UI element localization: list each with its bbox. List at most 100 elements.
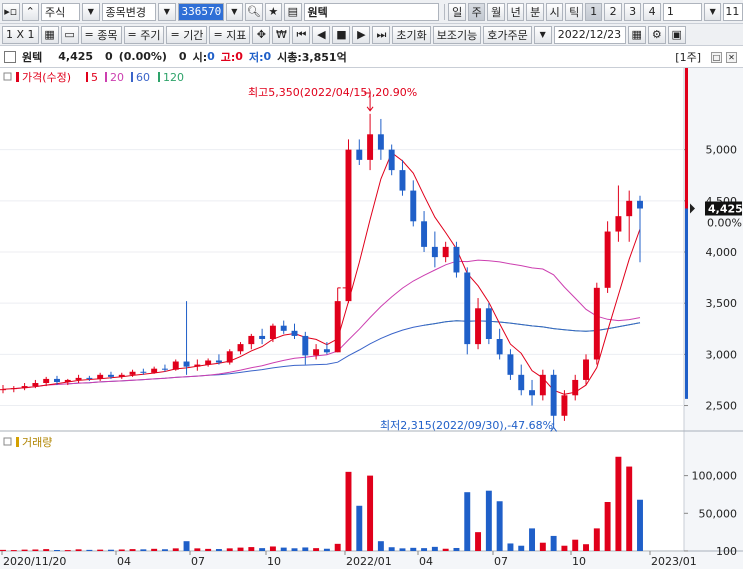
legend-price-swatch: [16, 72, 19, 82]
candle-body: [259, 335, 266, 339]
change-stock-field[interactable]: 종목변경: [101, 2, 157, 21]
price-tick-label: 3,500: [706, 297, 738, 310]
print-button[interactable]: ▣: [667, 25, 686, 44]
volume-bar: [377, 541, 384, 551]
volume-bar: [259, 548, 266, 551]
volume-bar: [118, 549, 125, 551]
stock-compare-button[interactable]: = 종목: [80, 25, 122, 44]
volume-bar: [399, 548, 406, 551]
volume-bar: [615, 456, 622, 551]
candle-body: [172, 361, 179, 370]
price-range-bar-up: [685, 68, 688, 209]
number-button-1[interactable]: 1: [584, 2, 603, 21]
aux-function-button[interactable]: 보조기능: [432, 25, 482, 44]
tab-period-month[interactable]: 월: [487, 2, 505, 21]
volume-bar: [161, 549, 168, 551]
market-up-button[interactable]: ⌃: [21, 2, 39, 21]
legend-checkbox[interactable]: [3, 72, 12, 81]
settings-button[interactable]: ⚙: [647, 25, 666, 44]
skip-back-icon: ⏮: [296, 27, 307, 41]
volume-bar: [10, 550, 17, 552]
market-select[interactable]: 주식: [41, 2, 81, 21]
news-button[interactable]: ▤: [284, 2, 302, 21]
number-button-4[interactable]: 4: [643, 2, 661, 21]
tab-period-minute[interactable]: 분: [526, 2, 544, 21]
calendar-button[interactable]: ▦: [627, 25, 646, 44]
date-tick-label: 04: [419, 555, 433, 568]
date-tick-label: 07: [494, 555, 508, 568]
term-button[interactable]: = 기간: [166, 25, 208, 44]
grid-icon-button[interactable]: ▦: [40, 25, 59, 44]
interval-select[interactable]: 1: [662, 2, 702, 21]
candle-body: [226, 351, 233, 363]
stop-button[interactable]: ■: [332, 25, 351, 44]
favorite-button[interactable]: ★: [264, 2, 283, 21]
candle-body: [388, 149, 395, 171]
tab-period-week[interactable]: 주: [467, 2, 486, 21]
number-button-3[interactable]: 3: [623, 2, 642, 21]
window-close-button[interactable]: ✕: [726, 52, 737, 63]
date-tick-label: 2023/01: [651, 555, 697, 568]
candle-body: [183, 361, 190, 367]
volume-bar: [626, 466, 633, 551]
scroll-start-button[interactable]: ⏮: [292, 25, 311, 44]
quote-order-button[interactable]: 호가주문: [483, 25, 532, 44]
tab-label: 주: [471, 5, 482, 19]
volume-bar: [313, 548, 320, 551]
tab-period-day[interactable]: 일: [448, 2, 466, 21]
candle-body: [205, 360, 212, 365]
search-button[interactable]: 🔍︎: [245, 2, 263, 21]
candle-body: [507, 354, 514, 375]
volume-bar: [107, 549, 114, 551]
change-stock-dropdown-button[interactable]: ▼: [158, 2, 176, 21]
tab-period-tick[interactable]: 틱: [565, 2, 583, 21]
cycle-button[interactable]: = 주기: [123, 25, 165, 44]
volume-bar: [248, 547, 255, 551]
candle-body: [583, 359, 589, 380]
reset-button[interactable]: 초기화: [392, 25, 431, 44]
scroll-right-button[interactable]: ▶: [352, 25, 371, 44]
legend-checkbox[interactable]: [3, 437, 12, 446]
layout-button[interactable]: 1 X 1: [2, 25, 39, 44]
quote-dropdown-button[interactable]: ▼: [533, 25, 552, 44]
interval-dropdown-button[interactable]: ▼: [703, 2, 722, 21]
count-field[interactable]: 11: [723, 2, 743, 21]
number-label: 2: [609, 5, 617, 18]
candle-body: [97, 374, 104, 379]
window-maximize-button[interactable]: □: [711, 52, 722, 63]
volume-bar: [367, 475, 374, 551]
current-pct-label: 0.00%: [707, 217, 742, 230]
stock-name: 원텍: [307, 5, 328, 19]
scroll-end-button[interactable]: ⏭: [372, 25, 391, 44]
tab-period-year[interactable]: 년: [506, 2, 525, 21]
market-cap-label: 시총:: [277, 50, 302, 64]
calendar-icon: ▦: [631, 28, 642, 41]
single-view-button[interactable]: ▭: [60, 25, 79, 44]
candle-body: [313, 349, 320, 356]
candle-body: [323, 349, 330, 353]
candle-body: [399, 170, 406, 191]
info-checkbox[interactable]: [4, 50, 16, 63]
currency-button[interactable]: ₩: [272, 25, 291, 44]
candle-body: [86, 377, 93, 379]
market-dropdown-button[interactable]: ▼: [82, 2, 100, 21]
crosshair-button[interactable]: ✥: [252, 25, 271, 44]
volume-bar: [431, 546, 438, 551]
tab-period-hour[interactable]: 시: [545, 2, 564, 21]
indicator-button[interactable]: = 지표: [209, 25, 251, 44]
candle-body: [485, 308, 492, 339]
candle-body: [356, 149, 363, 160]
number-button-2[interactable]: 2: [604, 2, 622, 21]
scroll-left-button[interactable]: ◀: [312, 25, 331, 44]
stock-code-input[interactable]: 336570: [177, 2, 224, 21]
volume-bar: [496, 501, 503, 551]
stock-code-dropdown-button[interactable]: ▼: [225, 2, 244, 21]
legend-ma60-swatch: [131, 72, 133, 82]
stock-chart[interactable]: 5,0004,5004,0003,5003,0002,500 100,00050…: [0, 68, 743, 569]
low-value: 0: [263, 50, 272, 63]
print-icon: ▣: [671, 28, 682, 41]
volume-bar: [151, 548, 158, 551]
candle-body: [10, 388, 17, 390]
date-input[interactable]: 2022/12/23: [553, 25, 626, 44]
window-menu-button[interactable]: ▸▫: [2, 2, 20, 21]
